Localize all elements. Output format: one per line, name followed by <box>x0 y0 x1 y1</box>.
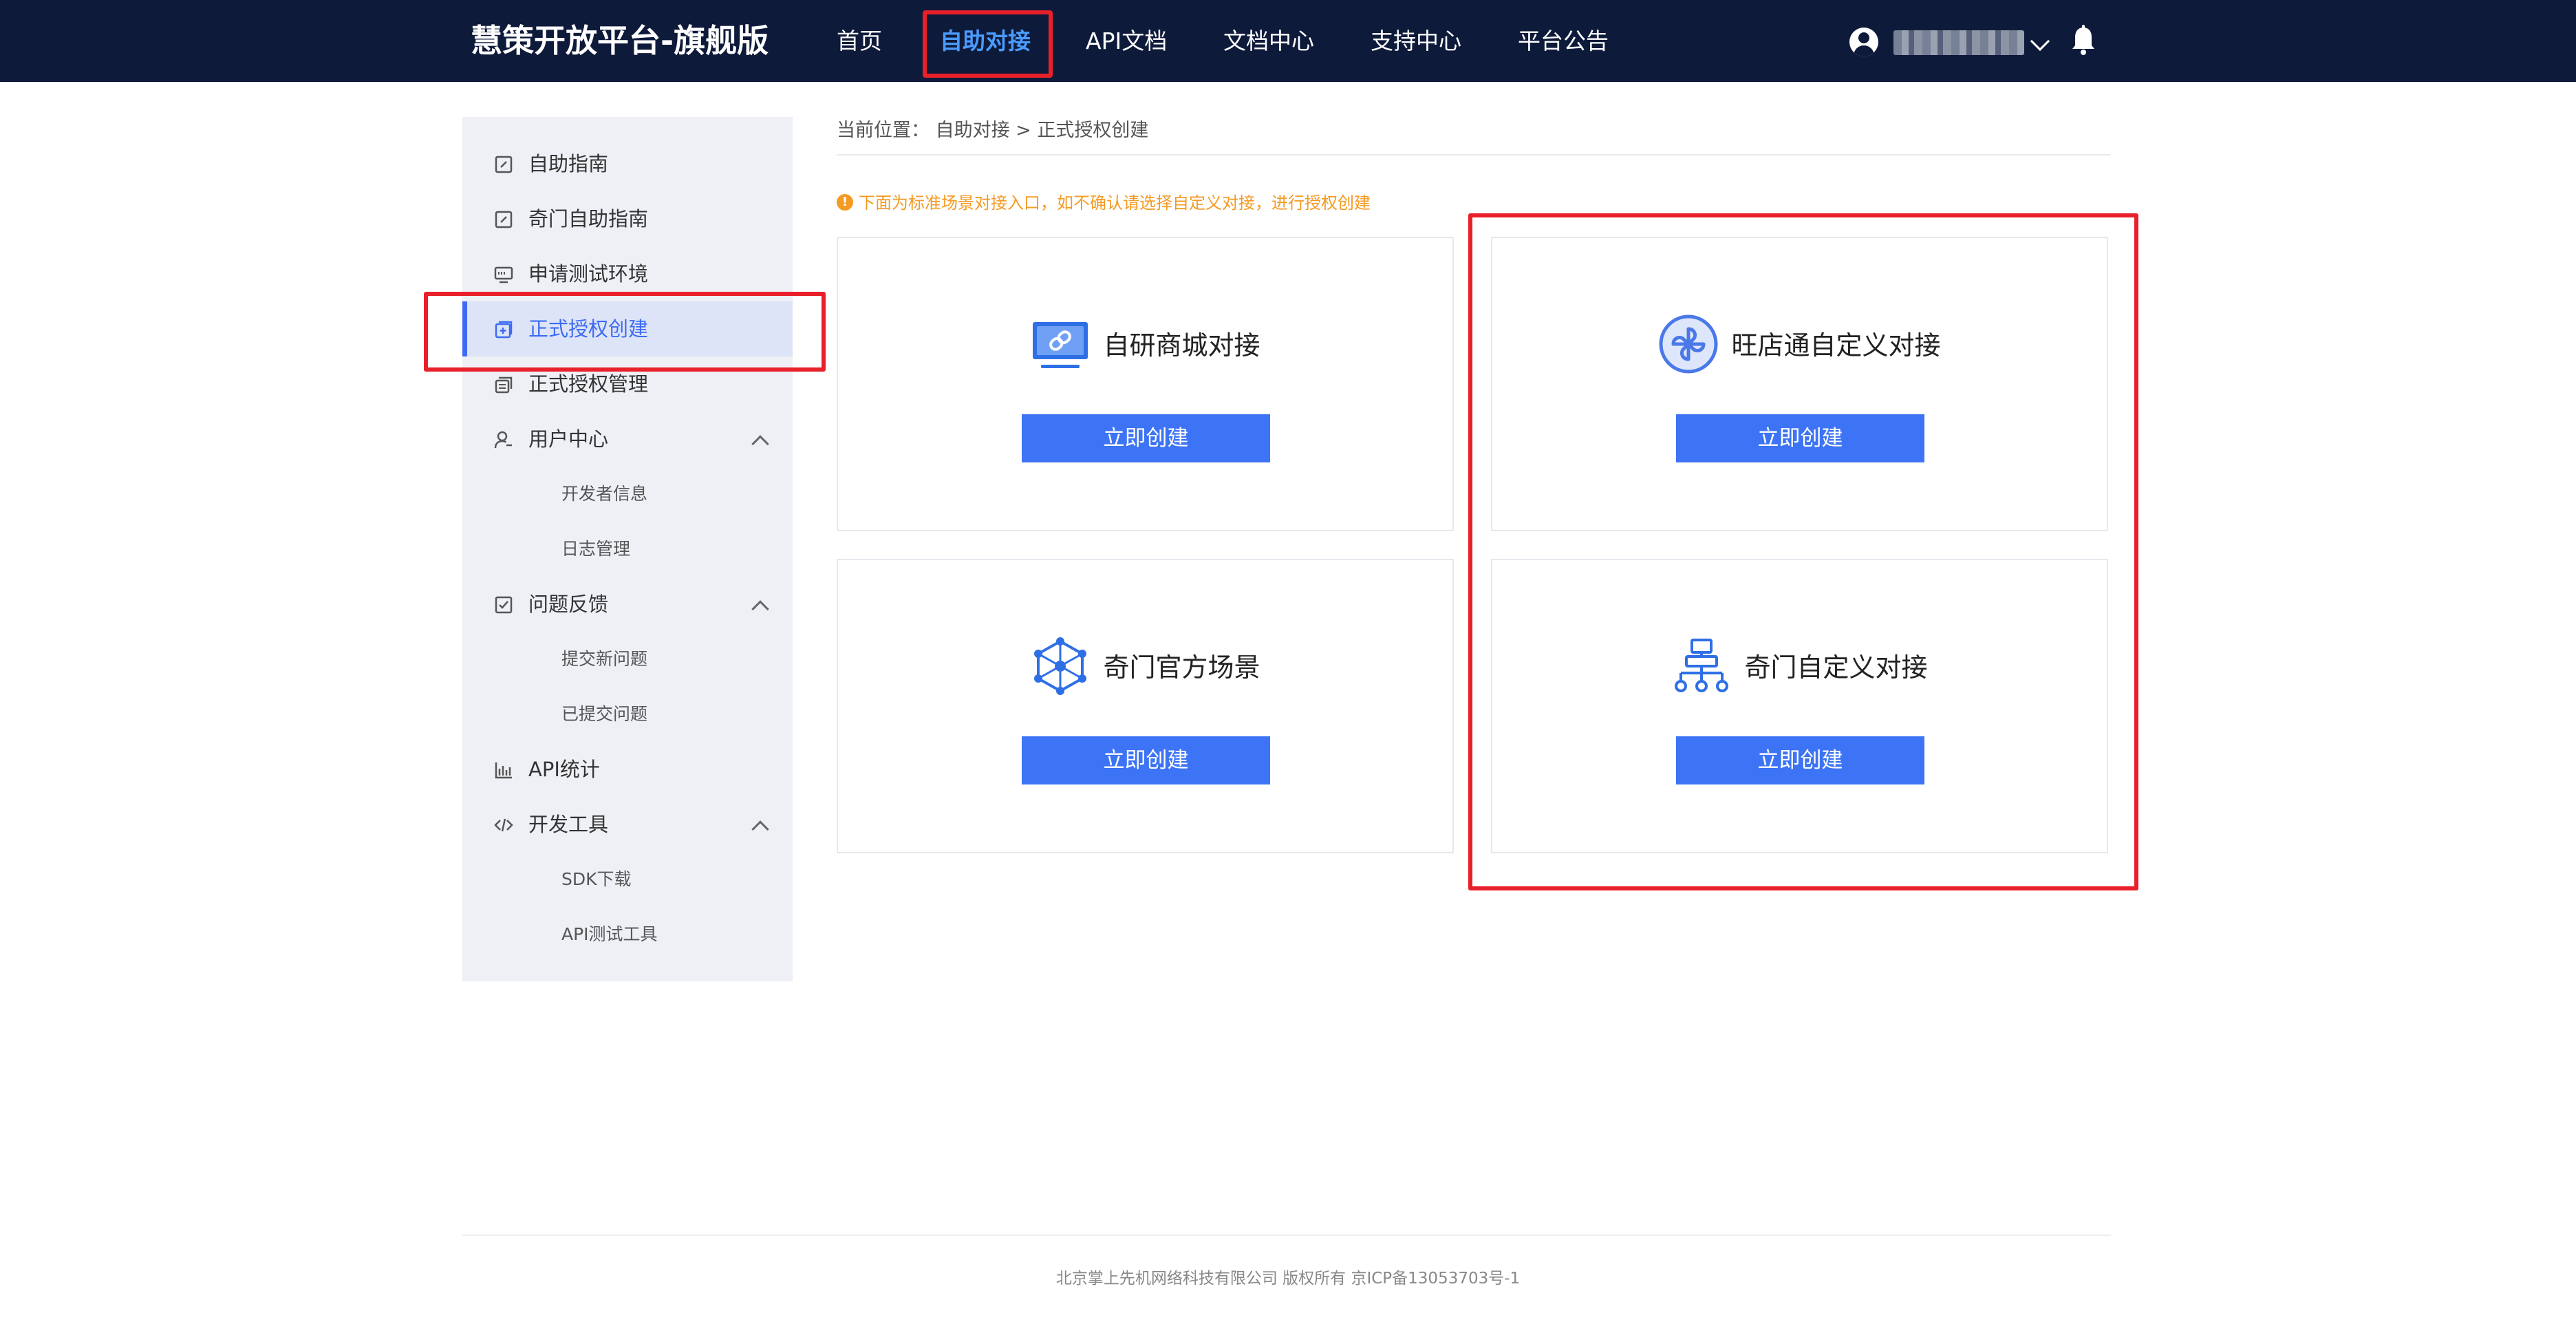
notice-banner: ! 下面为标准场景对接入口，如不确认请选择自定义对接，进行授权创建 <box>837 190 1371 216</box>
sidebar-subitem-label: 日志管理 <box>561 539 631 559</box>
chevron-up-icon[interactable] <box>751 435 769 453</box>
monitor-link-icon <box>1033 322 1088 368</box>
brand-title[interactable]: 慧策开放平台-旗舰版 <box>471 0 769 82</box>
top-navbar: 慧策开放平台-旗舰版 首页 自助对接 API文档 文档中心 支持中心 平台公告 <box>0 0 2576 82</box>
chevron-down-icon[interactable] <box>2030 31 2050 52</box>
card-self-mall: 自研商城对接 立即创建 <box>837 237 1454 531</box>
sidebar-item-feedback[interactable]: 问题反馈 <box>462 577 793 632</box>
sidebar-subitem-label: 提交新问题 <box>561 649 648 669</box>
sidebar-subitem-label: 已提交问题 <box>561 704 648 724</box>
bell-icon[interactable] <box>2070 25 2097 56</box>
sidebar-item-label: 奇门自助指南 <box>528 207 649 231</box>
sidebar-subitem-sdk-download[interactable]: SDK下载 <box>462 852 793 907</box>
checklist-icon <box>495 596 513 614</box>
cards-highlight-annotation <box>1468 213 2138 890</box>
sidebar-item-user-center[interactable]: 用户中心 <box>462 412 793 467</box>
nav-highlight-annotation <box>923 10 1053 78</box>
user-avatar-icon[interactable] <box>1849 28 1878 56</box>
sidebar-item-label: 开发工具 <box>528 813 609 836</box>
nav-support-center[interactable]: 支持中心 <box>1371 0 1461 82</box>
sidebar-item-self-guide[interactable]: 自助指南 <box>462 136 793 191</box>
card-title: 自研商城对接 <box>1103 330 1260 361</box>
divider <box>837 154 2111 156</box>
sidebar-subitem-submit-issue[interactable]: 提交新问题 <box>462 632 793 687</box>
monitor-icon <box>494 266 513 284</box>
code-icon <box>494 818 513 832</box>
sidebar-subitem-log-manage[interactable]: 日志管理 <box>462 522 793 577</box>
bar-chart-icon <box>495 762 512 779</box>
sidebar-subitem-api-test-tool[interactable]: API测试工具 <box>462 907 793 962</box>
sidebar: 自助指南 奇门自助指南 申请测试环境 正式授权创建 正式授权管理 用户中心 开发… <box>462 117 793 981</box>
nav-doc-center[interactable]: 文档中心 <box>1223 0 1314 82</box>
stack-icon <box>495 376 513 394</box>
card-title: 奇门官方场景 <box>1103 652 1260 683</box>
sidebar-item-dev-tools[interactable]: 开发工具 <box>462 797 793 852</box>
breadcrumb: 当前位置： 自助对接 > 正式授权创建 <box>837 120 1149 141</box>
network-hexagon-icon <box>1034 637 1087 695</box>
sidebar-item-qimen-guide[interactable]: 奇门自助指南 <box>462 191 793 246</box>
chevron-up-icon[interactable] <box>751 820 769 838</box>
sidebar-subitem-label: 开发者信息 <box>561 484 648 504</box>
warning-icon: ! <box>837 194 853 211</box>
user-icon <box>494 431 512 449</box>
nav-api-docs[interactable]: API文档 <box>1086 0 1167 82</box>
sidebar-item-label: 问题反馈 <box>528 592 609 616</box>
edit-icon <box>495 156 513 173</box>
card-qimen-official: 奇门官方场景 立即创建 <box>837 559 1454 853</box>
create-now-button[interactable]: 立即创建 <box>1022 414 1270 462</box>
nav-announcements[interactable]: 平台公告 <box>1518 0 1609 82</box>
footer-divider <box>462 1235 2111 1236</box>
nav-home[interactable]: 首页 <box>837 0 882 82</box>
notice-text: 下面为标准场景对接入口，如不确认请选择自定义对接，进行授权创建 <box>859 193 1371 213</box>
footer-copyright: 北京掌上先机网络科技有限公司 版权所有 京ICP备13053703号-1 <box>1055 1270 1521 1288</box>
sidebar-subitem-label: SDK下载 <box>561 869 632 889</box>
sidebar-item-label: 用户中心 <box>528 427 609 451</box>
sidebar-item-label: API统计 <box>528 758 600 781</box>
sidebar-subitem-submitted-issues[interactable]: 已提交问题 <box>462 687 793 742</box>
sidebar-item-label: 自助指南 <box>528 152 609 175</box>
sidebar-item-api-stats[interactable]: API统计 <box>462 742 793 797</box>
sidebar-highlight-annotation <box>424 292 826 372</box>
sidebar-subitem-developer-info[interactable]: 开发者信息 <box>462 467 793 522</box>
chevron-up-icon[interactable] <box>751 600 769 618</box>
user-name-blurred[interactable] <box>1893 30 2024 55</box>
create-now-button[interactable]: 立即创建 <box>1022 736 1270 784</box>
edit-icon <box>495 211 513 228</box>
sidebar-subitem-label: API测试工具 <box>561 924 658 944</box>
